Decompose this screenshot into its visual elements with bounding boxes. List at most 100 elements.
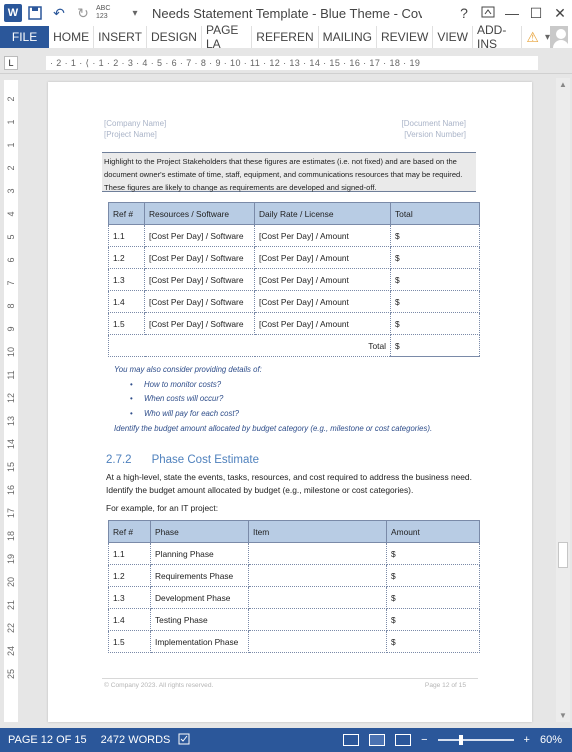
scroll-down-icon[interactable]: ▼ <box>556 711 570 720</box>
maximize-button[interactable]: ☐ <box>524 5 548 22</box>
table-cell[interactable]: $ <box>390 290 480 313</box>
table-cell[interactable]: [Cost Per Day] / Software <box>144 312 255 335</box>
word-count[interactable]: 2472 WORDS <box>101 734 171 746</box>
resources-table: Ref # Resources / Software Daily Rate / … <box>108 202 480 357</box>
zoom-out-button[interactable]: − <box>421 734 427 746</box>
vertical-ruler-number: 11 <box>6 370 16 380</box>
table-cell[interactable]: [Cost Per Day] / Amount <box>254 246 391 269</box>
table-cell[interactable]: $ <box>386 586 480 609</box>
table-cell[interactable]: $ <box>386 542 480 565</box>
tab-home[interactable]: HOME <box>49 26 95 48</box>
user-avatar[interactable] <box>549 26 568 48</box>
spelling-icon[interactable]: ABC 123 <box>96 3 122 23</box>
table-cell[interactable] <box>248 630 387 653</box>
table-cell[interactable]: Implementation Phase <box>150 630 249 653</box>
page-count[interactable]: PAGE 12 OF 15 <box>8 734 87 746</box>
vertical-ruler-number: 15 <box>6 462 16 473</box>
table-cell[interactable]: 1.4 <box>108 290 145 313</box>
table-cell[interactable]: [Cost Per Day] / Amount <box>254 290 391 313</box>
table-cell[interactable]: 1.3 <box>108 586 151 609</box>
table-cell[interactable]: 1.1 <box>108 542 151 565</box>
read-mode-icon[interactable] <box>343 734 360 746</box>
word-logo-icon[interactable]: W <box>4 4 22 22</box>
total-label[interactable]: Total <box>108 334 391 357</box>
web-layout-icon[interactable] <box>395 734 412 746</box>
tab-review[interactable]: REVIEW <box>377 26 434 48</box>
note-intro: You may also consider providing details … <box>114 365 262 374</box>
undo-icon[interactable]: ↶ <box>48 3 70 23</box>
table-cell[interactable]: Planning Phase <box>150 542 249 565</box>
zoom-in-button[interactable]: + <box>524 734 530 746</box>
tab-file[interactable]: FILE <box>0 26 50 48</box>
table-row: 1.2 Requirements Phase $ <box>108 564 480 587</box>
close-button[interactable]: ✕ <box>548 5 572 22</box>
table-cell[interactable]: $ <box>390 268 480 291</box>
phase-table: Ref # Phase Item Amount 1.1 Planning Pha… <box>108 520 480 653</box>
table-cell[interactable]: 1.2 <box>108 564 151 587</box>
table-cell[interactable]: 1.3 <box>108 268 145 291</box>
help-button[interactable]: ? <box>452 5 476 21</box>
table-cell[interactable]: Development Phase <box>150 586 249 609</box>
print-layout-icon[interactable] <box>369 734 386 746</box>
table-cell[interactable]: $ <box>390 246 480 269</box>
table-cell[interactable]: $ <box>390 312 480 335</box>
vertical-ruler[interactable]: 2 1 1 2 3 4 5 6 7 8 9 10 11 12 13 14 15 16 17 18 19 20 21 22 24 2… <box>4 80 18 722</box>
zoom-slider-knob[interactable] <box>459 735 464 745</box>
table-cell[interactable]: $ <box>390 224 480 247</box>
vertical-ruler-number: 7 <box>6 280 16 286</box>
table-cell[interactable]: [Cost Per Day] / Amount <box>254 268 391 291</box>
table-header-row: Ref # Resources / Software Daily Rate / … <box>108 202 480 225</box>
table-cell[interactable]: 1.1 <box>108 224 145 247</box>
tab-view[interactable]: VIEW <box>433 26 473 48</box>
redo-icon[interactable]: ↻ <box>72 3 94 23</box>
body-paragraph: For example, for an IT project: <box>106 503 219 513</box>
table-cell[interactable]: $ <box>386 564 480 587</box>
minimize-button[interactable]: — <box>500 5 524 21</box>
view-controls: − + 60% <box>343 734 572 746</box>
vertical-ruler-number: 1 <box>6 119 16 125</box>
total-value[interactable]: $ <box>390 334 480 357</box>
table-cell[interactable]: [Cost Per Day] / Software <box>144 246 255 269</box>
table-cell[interactable]: $ <box>386 630 480 653</box>
table-cell[interactable]: [Cost Per Day] / Software <box>144 224 255 247</box>
tab-insert[interactable]: INSERT <box>94 26 147 48</box>
vertical-ruler-number: 14 <box>6 439 16 450</box>
tab-references[interactable]: REFEREN <box>252 26 319 48</box>
table-cell[interactable]: 1.4 <box>108 608 151 631</box>
table-cell[interactable] <box>248 564 387 587</box>
proofing-icon[interactable] <box>178 733 192 748</box>
table-cell[interactable]: [Cost Per Day] / Amount <box>254 312 391 335</box>
table-cell[interactable] <box>248 542 387 565</box>
tab-page-layout[interactable]: PAGE LA <box>202 23 253 51</box>
table-cell[interactable] <box>248 608 387 631</box>
table-cell[interactable] <box>248 586 387 609</box>
warning-icon[interactable]: ⚠ <box>526 29 539 46</box>
vertical-ruler-number: 12 <box>6 393 16 404</box>
horizontal-ruler[interactable]: · 2 · 1 · ⟨ · 1 · 2 · 3 · 4 · 5 · 6 · 7 … <box>46 56 538 70</box>
tab-design[interactable]: DESIGN <box>147 26 202 48</box>
vertical-scrollbar[interactable]: ▲ ▼ <box>556 78 570 722</box>
table-row: 1.3 [Cost Per Day] / Software [Cost Per … <box>108 268 480 291</box>
scroll-up-icon[interactable]: ▲ <box>556 80 570 89</box>
tab-add-ins[interactable]: ADD-INS <box>473 23 523 51</box>
table-cell[interactable]: 1.5 <box>108 630 151 653</box>
table-cell[interactable]: [Cost Per Day] / Software <box>144 290 255 313</box>
table-cell[interactable]: [Cost Per Day] / Software <box>144 268 255 291</box>
save-icon[interactable] <box>24 3 46 23</box>
table-cell[interactable]: Testing Phase <box>150 608 249 631</box>
table-cell[interactable]: Requirements Phase <box>150 564 249 587</box>
tab-selector[interactable]: L <box>4 56 18 70</box>
customize-toolbar-icon[interactable]: ▾ <box>124 3 146 23</box>
zoom-level[interactable]: 60% <box>540 734 562 746</box>
table-cell[interactable]: 1.2 <box>108 246 145 269</box>
document-page[interactable]: [Company Name] [Project Name] [Document … <box>48 82 532 722</box>
zoom-slider[interactable] <box>437 735 514 745</box>
table-cell[interactable]: $ <box>386 608 480 631</box>
ribbon-display-options-icon[interactable] <box>476 5 500 21</box>
table-cell[interactable]: [Cost Per Day] / Amount <box>254 224 391 247</box>
header-version: [Version Number] <box>404 130 466 139</box>
highlight-box: Highlight to the Project Stakeholders th… <box>102 152 476 192</box>
scrollbar-thumb[interactable] <box>558 542 568 568</box>
tab-mailings[interactable]: MAILING <box>319 26 377 48</box>
table-cell[interactable]: 1.5 <box>108 312 145 335</box>
